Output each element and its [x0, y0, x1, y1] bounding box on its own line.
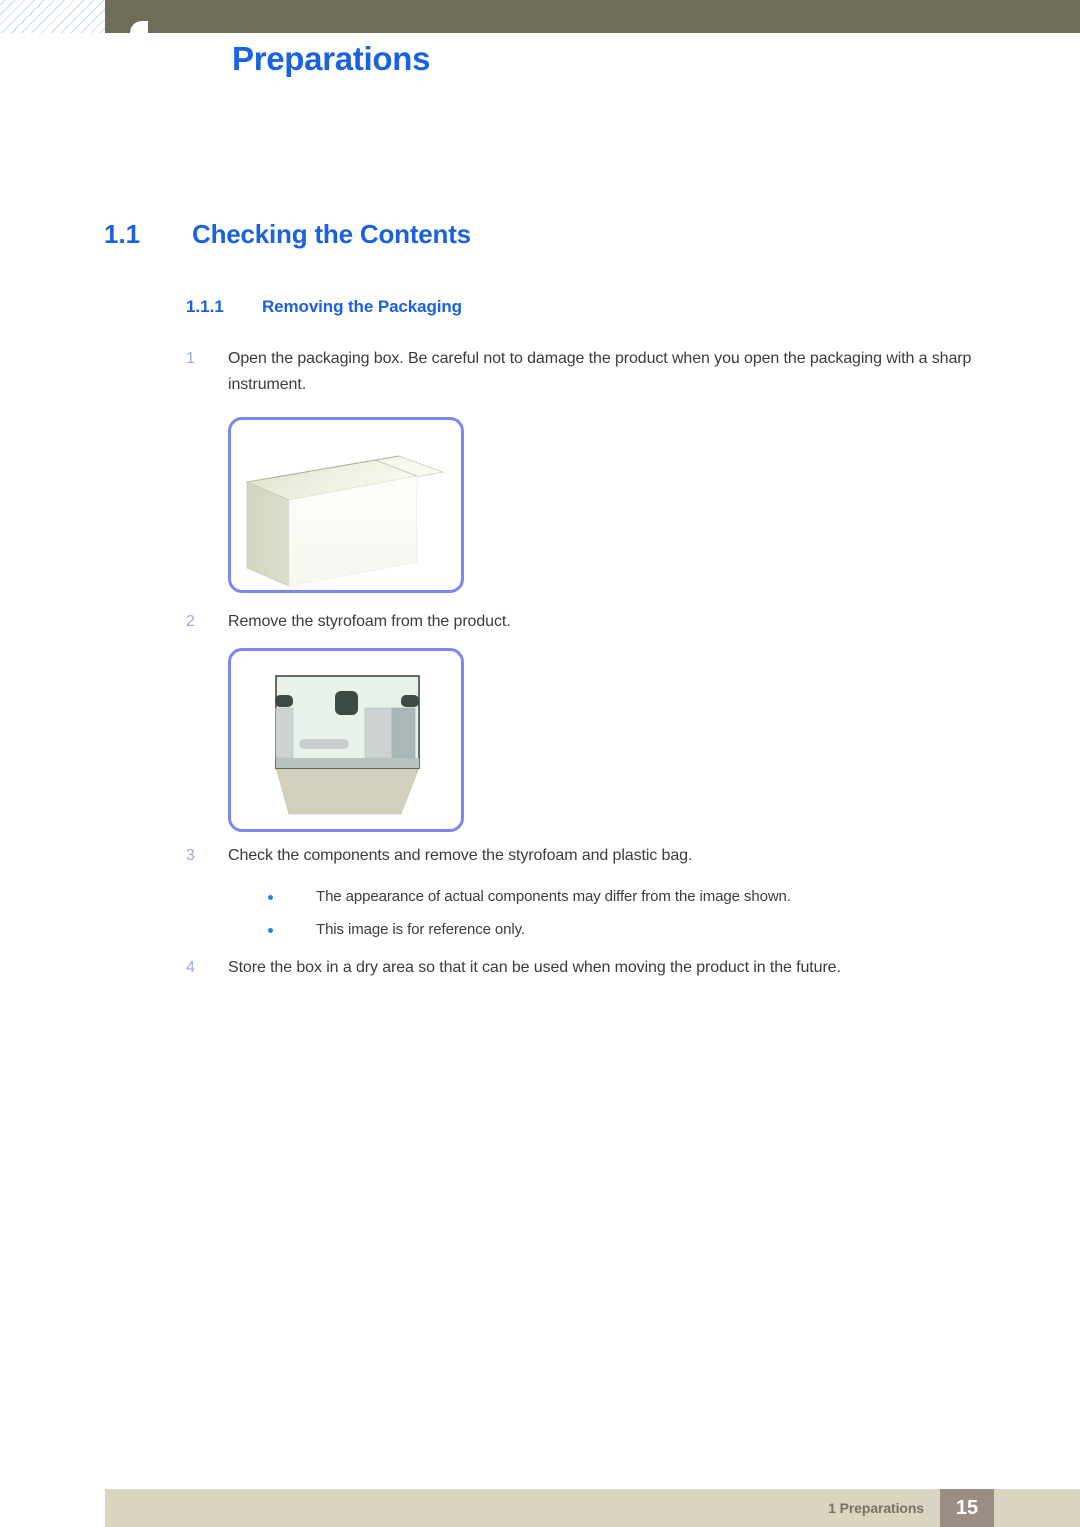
step-number: 3 — [186, 847, 195, 864]
page-footer: 1 Preparations 15 — [105, 1489, 1080, 1527]
step-number: 4 — [186, 959, 195, 976]
footer-chapter-label: 1 Preparations — [828, 1500, 924, 1516]
page-number-badge: 15 — [940, 1489, 994, 1527]
hatch-pattern-decoration — [0, 0, 105, 33]
packaging-box-illustration — [245, 455, 445, 587]
page-title: Preparations — [232, 40, 431, 77]
bullet-dot-icon — [268, 886, 316, 900]
step-number: 2 — [186, 613, 195, 630]
subsection-title: Removing the Packaging — [262, 297, 462, 316]
footer-content: 1 Preparations 15 — [828, 1489, 994, 1527]
step-text: Open the packaging box. Be careful not t… — [228, 350, 972, 393]
subsection-heading: 1.1.1 Removing the Packaging — [186, 297, 462, 317]
step-item: 3 Check the components and remove the st… — [186, 843, 1016, 869]
step-text: Store the box in a dry area so that it c… — [228, 959, 841, 976]
header-olive-bar — [105, 0, 1080, 33]
note-list: The appearance of actual components may … — [268, 886, 1008, 952]
page-header: Preparations — [0, 0, 1080, 105]
styrofoam-figure — [228, 648, 464, 832]
note-item: This image is for reference only. — [268, 919, 1008, 941]
styrofoam-illustration — [275, 675, 420, 815]
step-number: 1 — [186, 350, 195, 367]
section-heading: 1.1 Checking the Contents — [104, 219, 1004, 250]
note-text: This image is for reference only. — [316, 921, 526, 938]
note-item: The appearance of actual components may … — [268, 886, 1008, 908]
step-text: Check the components and remove the styr… — [228, 847, 693, 864]
step-item: 1 Open the packaging box. Be careful not… — [186, 346, 1016, 398]
section-number: 1.1 — [104, 219, 141, 249]
bullet-dot-icon — [268, 919, 316, 933]
note-text: The appearance of actual components may … — [316, 888, 791, 905]
step-text: Remove the styrofoam from the product. — [228, 613, 511, 630]
section-title: Checking the Contents — [192, 219, 471, 249]
subsection-number: 1.1.1 — [186, 297, 224, 316]
step-item: 4 Store the box in a dry area so that it… — [186, 955, 1016, 981]
step-item: 2 Remove the styrofoam from the product. — [186, 609, 1016, 635]
packaging-box-figure — [228, 417, 464, 593]
